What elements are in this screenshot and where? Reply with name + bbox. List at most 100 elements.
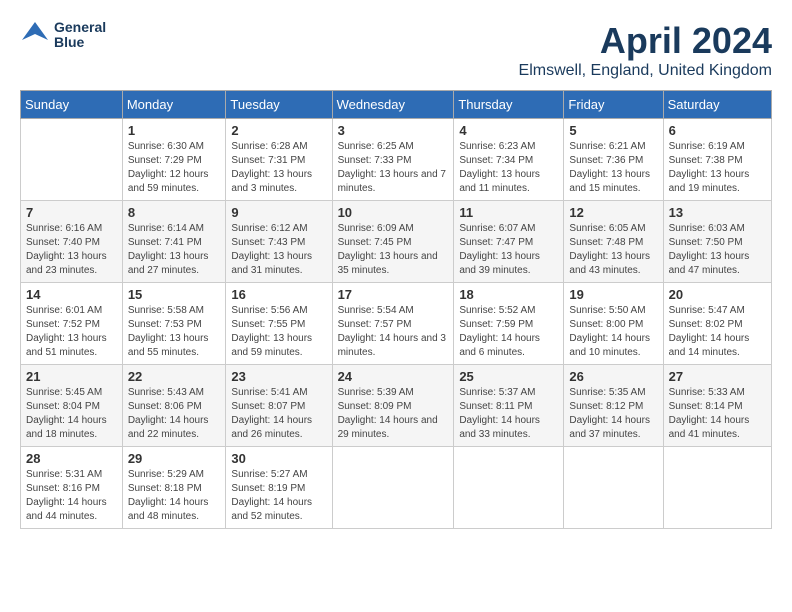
day-info: Sunrise: 6:25 AM Sunset: 7:33 PM Dayligh…: [338, 140, 449, 196]
logo-line1: General: [54, 20, 106, 35]
calendar-table: SundayMondayTuesdayWednesdayThursdayFrid…: [20, 90, 772, 529]
weekday-header: Saturday: [663, 91, 771, 119]
page-header: General Blue April 2024 Elmswell, Englan…: [20, 20, 772, 80]
calendar-cell: 4 Sunrise: 6:23 AM Sunset: 7:34 PM Daylig…: [454, 119, 564, 201]
day-info: Sunrise: 6:14 AM Sunset: 7:41 PM Dayligh…: [128, 222, 221, 278]
calendar-body: 1 Sunrise: 6:30 AM Sunset: 7:29 PM Daylig…: [21, 119, 772, 529]
calendar-header: SundayMondayTuesdayWednesdayThursdayFrid…: [21, 91, 772, 119]
day-number: 12: [569, 205, 657, 220]
day-info: Sunrise: 5:45 AM Sunset: 8:04 PM Dayligh…: [26, 386, 117, 442]
calendar-cell: 14Sunrise: 6:01 AM Sunset: 7:52 PM Dayli…: [21, 283, 123, 365]
day-number: 10: [338, 205, 449, 220]
weekday-header: Wednesday: [332, 91, 454, 119]
weekday-header: Tuesday: [226, 91, 332, 119]
day-number: 28: [26, 451, 117, 466]
day-info: Sunrise: 5:58 AM Sunset: 7:53 PM Dayligh…: [128, 304, 221, 360]
day-number: 4: [459, 123, 558, 138]
calendar-cell: 10 Sunrise: 6:09 AM Sunset: 7:45 PM Dayli…: [332, 201, 454, 283]
day-number: 6: [669, 123, 766, 138]
calendar-cell: 12 Sunrise: 6:05 AM Sunset: 7:48 PM Dayli…: [564, 201, 663, 283]
calendar-cell: 30 Sunrise: 5:27 AM Sunset: 8:19 PM Dayli…: [226, 447, 332, 529]
day-number: 1: [128, 123, 221, 138]
day-number: 5: [569, 123, 657, 138]
day-info: Sunrise: 6:09 AM Sunset: 7:45 PM Dayligh…: [338, 222, 449, 278]
day-info: Sunrise: 5:37 AM Sunset: 8:11 PM Dayligh…: [459, 386, 558, 442]
day-number: 19: [569, 287, 657, 302]
calendar-cell: 13 Sunrise: 6:03 AM Sunset: 7:50 PM Dayli…: [663, 201, 771, 283]
day-number: 27: [669, 369, 766, 384]
calendar-cell: 18 Sunrise: 5:52 AM Sunset: 7:59 PM Dayli…: [454, 283, 564, 365]
day-info: Sunrise: 5:54 AM Sunset: 7:57 PM Dayligh…: [338, 304, 449, 360]
day-number: 15: [128, 287, 221, 302]
calendar-cell: 11Sunrise: 6:07 AM Sunset: 7:47 PM Dayli…: [454, 201, 564, 283]
day-info: Sunrise: 5:39 AM Sunset: 8:09 PM Dayligh…: [338, 386, 449, 442]
day-info: Sunrise: 6:30 AM Sunset: 7:29 PM Dayligh…: [128, 140, 221, 196]
weekday-row: SundayMondayTuesdayWednesdayThursdayFrid…: [21, 91, 772, 119]
weekday-header: Friday: [564, 91, 663, 119]
calendar-week-row: 14Sunrise: 6:01 AM Sunset: 7:52 PM Dayli…: [21, 283, 772, 365]
day-info: Sunrise: 5:27 AM Sunset: 8:19 PM Dayligh…: [231, 468, 326, 524]
day-info: Sunrise: 5:29 AM Sunset: 8:18 PM Dayligh…: [128, 468, 221, 524]
calendar-cell: 17 Sunrise: 5:54 AM Sunset: 7:57 PM Dayli…: [332, 283, 454, 365]
calendar-cell: 9 Sunrise: 6:12 AM Sunset: 7:43 PM Daylig…: [226, 201, 332, 283]
day-number: 23: [231, 369, 326, 384]
logo-line2: Blue: [54, 35, 106, 50]
calendar-week-row: 21 Sunrise: 5:45 AM Sunset: 8:04 PM Dayli…: [21, 365, 772, 447]
day-info: Sunrise: 6:05 AM Sunset: 7:48 PM Dayligh…: [569, 222, 657, 278]
day-info: Sunrise: 5:31 AM Sunset: 8:16 PM Dayligh…: [26, 468, 117, 524]
day-info: Sunrise: 6:23 AM Sunset: 7:34 PM Dayligh…: [459, 140, 558, 196]
calendar-cell: 5Sunrise: 6:21 AM Sunset: 7:36 PM Daylig…: [564, 119, 663, 201]
calendar-cell: 20Sunrise: 5:47 AM Sunset: 8:02 PM Dayli…: [663, 283, 771, 365]
day-number: 17: [338, 287, 449, 302]
day-info: Sunrise: 6:03 AM Sunset: 7:50 PM Dayligh…: [669, 222, 766, 278]
calendar-week-row: 1 Sunrise: 6:30 AM Sunset: 7:29 PM Daylig…: [21, 119, 772, 201]
day-number: 18: [459, 287, 558, 302]
day-number: 9: [231, 205, 326, 220]
calendar-cell: [454, 447, 564, 529]
day-info: Sunrise: 6:12 AM Sunset: 7:43 PM Dayligh…: [231, 222, 326, 278]
calendar-cell: 29 Sunrise: 5:29 AM Sunset: 8:18 PM Dayli…: [122, 447, 226, 529]
calendar-cell: 16Sunrise: 5:56 AM Sunset: 7:55 PM Dayli…: [226, 283, 332, 365]
calendar-cell: 8 Sunrise: 6:14 AM Sunset: 7:41 PM Daylig…: [122, 201, 226, 283]
day-number: 25: [459, 369, 558, 384]
day-info: Sunrise: 5:52 AM Sunset: 7:59 PM Dayligh…: [459, 304, 558, 360]
day-number: 30: [231, 451, 326, 466]
day-number: 20: [669, 287, 766, 302]
logo: General Blue: [20, 20, 106, 51]
day-number: 7: [26, 205, 117, 220]
calendar-cell: 26Sunrise: 5:35 AM Sunset: 8:12 PM Dayli…: [564, 365, 663, 447]
day-info: Sunrise: 5:50 AM Sunset: 8:00 PM Dayligh…: [569, 304, 657, 360]
day-info: Sunrise: 5:33 AM Sunset: 8:14 PM Dayligh…: [669, 386, 766, 442]
calendar-week-row: 28 Sunrise: 5:31 AM Sunset: 8:16 PM Dayli…: [21, 447, 772, 529]
day-number: 26: [569, 369, 657, 384]
calendar-cell: 22 Sunrise: 5:43 AM Sunset: 8:06 PM Dayli…: [122, 365, 226, 447]
calendar-cell: 24Sunrise: 5:39 AM Sunset: 8:09 PM Dayli…: [332, 365, 454, 447]
calendar-cell: 6 Sunrise: 6:19 AM Sunset: 7:38 PM Daylig…: [663, 119, 771, 201]
calendar-cell: 28 Sunrise: 5:31 AM Sunset: 8:16 PM Dayli…: [21, 447, 123, 529]
month-title: April 2024: [519, 20, 772, 62]
weekday-header: Sunday: [21, 91, 123, 119]
weekday-header: Thursday: [454, 91, 564, 119]
day-info: Sunrise: 6:28 AM Sunset: 7:31 PM Dayligh…: [231, 140, 326, 196]
calendar-cell: 25 Sunrise: 5:37 AM Sunset: 8:11 PM Dayli…: [454, 365, 564, 447]
day-number: 22: [128, 369, 221, 384]
day-number: 29: [128, 451, 221, 466]
calendar-cell: 1 Sunrise: 6:30 AM Sunset: 7:29 PM Daylig…: [122, 119, 226, 201]
weekday-header: Monday: [122, 91, 226, 119]
calendar-cell: 7Sunrise: 6:16 AM Sunset: 7:40 PM Daylig…: [21, 201, 123, 283]
calendar-cell: [663, 447, 771, 529]
day-number: 13: [669, 205, 766, 220]
day-info: Sunrise: 6:19 AM Sunset: 7:38 PM Dayligh…: [669, 140, 766, 196]
day-info: Sunrise: 6:07 AM Sunset: 7:47 PM Dayligh…: [459, 222, 558, 278]
day-info: Sunrise: 5:43 AM Sunset: 8:06 PM Dayligh…: [128, 386, 221, 442]
day-number: 2: [231, 123, 326, 138]
day-number: 21: [26, 369, 117, 384]
calendar-cell: [332, 447, 454, 529]
location: Elmswell, England, United Kingdom: [519, 62, 772, 80]
calendar-week-row: 7Sunrise: 6:16 AM Sunset: 7:40 PM Daylig…: [21, 201, 772, 283]
title-section: April 2024 Elmswell, England, United Kin…: [519, 20, 772, 80]
day-info: Sunrise: 5:41 AM Sunset: 8:07 PM Dayligh…: [231, 386, 326, 442]
day-info: Sunrise: 6:01 AM Sunset: 7:52 PM Dayligh…: [26, 304, 117, 360]
day-number: 8: [128, 205, 221, 220]
calendar-cell: 19 Sunrise: 5:50 AM Sunset: 8:00 PM Dayli…: [564, 283, 663, 365]
